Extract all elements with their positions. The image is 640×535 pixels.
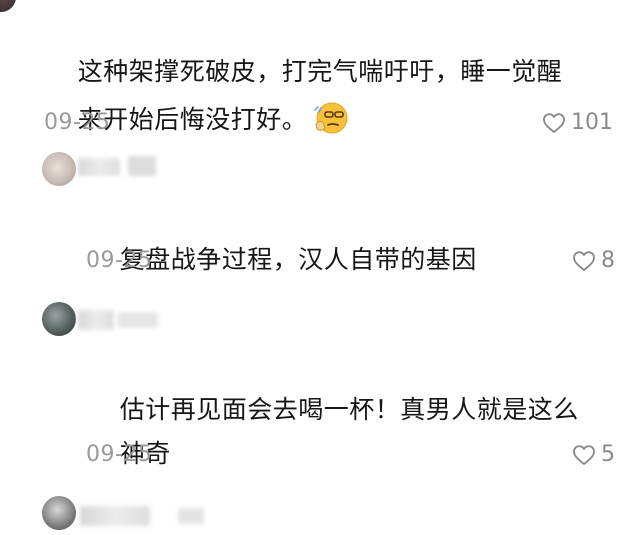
thinking-face-emoji-icon (314, 102, 348, 134)
like-count: 101 (571, 110, 613, 135)
reply-avatar[interactable] (42, 152, 76, 186)
username-redacted (128, 156, 156, 176)
reply-avatar[interactable] (42, 496, 76, 530)
like-count: 8 (601, 248, 615, 273)
comment-date: 09-25 (44, 110, 111, 135)
heart-outline-icon (573, 250, 595, 271)
username-redacted (78, 158, 120, 176)
username-redacted (118, 312, 158, 328)
heart-outline-icon (543, 112, 565, 133)
like-button[interactable]: 8 (572, 248, 615, 273)
username-redacted (80, 506, 150, 526)
heart-outline-icon (573, 444, 595, 465)
username-redacted (178, 508, 204, 524)
comment-line: 来开始后悔没打好。 (77, 105, 308, 134)
reply-line: 估计再见面会去喝一杯！真男人就是这么 (119, 395, 579, 424)
commenter-avatar-cropped[interactable] (0, 0, 16, 12)
username-redacted (78, 310, 114, 330)
reply-line: 复盘战争过程，汉人自带的基因 (119, 245, 477, 274)
reply-date: 09-25 (86, 442, 153, 467)
comment-thread: 这种架撑死破皮，打完气喘吁吁，睡一觉醒 来开始后悔没打好。 09-25 101 … (0, 0, 640, 535)
reply-avatar[interactable] (42, 302, 76, 336)
like-button[interactable]: 101 (542, 110, 613, 135)
like-count: 5 (601, 442, 615, 467)
like-button[interactable]: 5 (572, 442, 615, 467)
reply-date: 09-25 (86, 248, 153, 273)
